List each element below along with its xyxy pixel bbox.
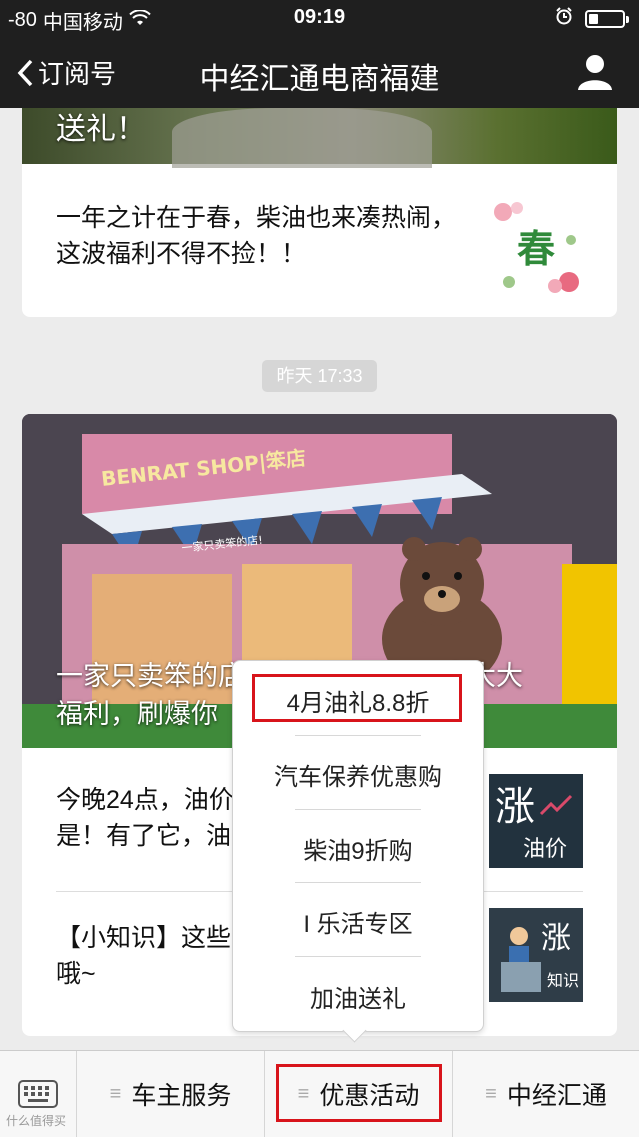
keyboard-icon (18, 1080, 58, 1108)
article-title: 一年之计在于春，柴油也来凑热闹，这波福利不得不捡！！ (56, 204, 457, 268)
tab-car-owner-service[interactable]: ≡ 车主服务 (76, 1051, 264, 1137)
menu-item-car-maintenance[interactable]: 汽车保养优惠购 (233, 757, 483, 792)
tab-label: 中经汇通 (506, 1082, 607, 1110)
profile-button[interactable] (575, 52, 615, 92)
thumb-small-text: 油价 (523, 837, 567, 862)
watermark: 什么值得买 (6, 1114, 67, 1128)
battery-icon (585, 10, 629, 28)
cover-headline-line2: 福利，刷爆你 (56, 699, 218, 729)
highlight-box (252, 674, 462, 722)
menu-lines-icon: ≡ (109, 1082, 122, 1105)
menu-lines-icon: ≡ (485, 1082, 497, 1105)
timestamp-pill: 昨天 17:33 (262, 360, 377, 392)
person-icon (578, 55, 612, 90)
tab-zhongjing-huitong[interactable]: ≡ 中经汇通 (452, 1051, 639, 1137)
clock: 09:19 (293, 6, 346, 28)
thumb-big-char: 涨 (541, 921, 571, 956)
spring-thumbnail: 春 (489, 200, 583, 294)
menu-divider (295, 882, 421, 883)
menu-item-fuel-gift[interactable]: 加油送礼 (233, 979, 483, 1014)
thumb-big-char: 涨 (495, 784, 535, 830)
menu-item-lehuo-zone[interactable]: I 乐活专区 (233, 904, 483, 939)
page-title: 中经汇通电商福建 (199, 63, 440, 96)
tab-label: 车主服务 (131, 1082, 232, 1110)
highlight-box (276, 1064, 442, 1122)
cover-caption: 送礼！ (56, 113, 146, 146)
alarm-icon (555, 7, 573, 31)
menu-item-diesel-discount[interactable]: 柴油9折购 (233, 831, 483, 866)
article-card[interactable]: 送礼！ 一年之计在于春，柴油也来凑热闹，这波福利不得不捡！！ 春 (22, 108, 617, 317)
menu-divider (295, 956, 421, 957)
status-bar: -80 中国移动 09:19 (0, 0, 639, 36)
knowledge-thumbnail: 涨 知识 (489, 908, 583, 1002)
thumb-char: 春 (517, 227, 555, 271)
menu-divider (295, 809, 421, 810)
nav-bar: 订阅号 中经汇通电商福建 (0, 36, 639, 108)
article-cover-image[interactable]: 送礼！ (22, 108, 617, 168)
price-up-thumbnail: 涨 油价 (489, 774, 583, 868)
menu-divider (295, 735, 421, 736)
thumb-small-text: 知识 (547, 971, 579, 990)
article-item[interactable]: 一年之计在于春，柴油也来凑热闹，这波福利不得不捡！！ 春 (22, 164, 617, 317)
